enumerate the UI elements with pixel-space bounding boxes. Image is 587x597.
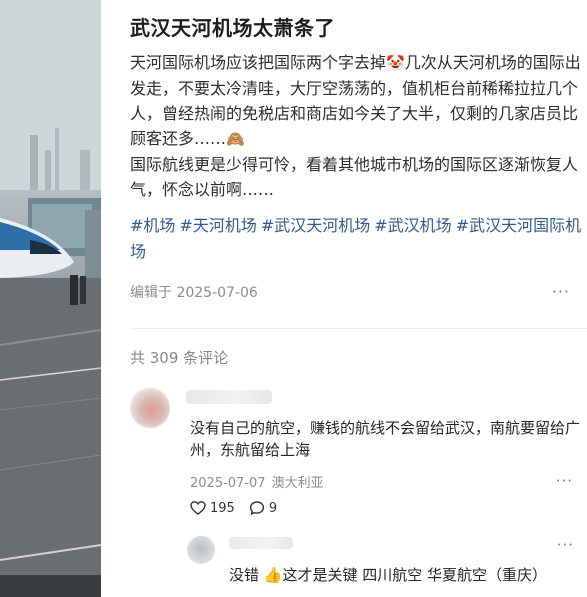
avatar[interactable] bbox=[130, 388, 170, 428]
like-count: 195 bbox=[210, 500, 235, 516]
post-content: 武汉天河机场太萧条了 天河国际机场应该把国际两个字去掉🤡几次从天河机场的国际出发… bbox=[101, 0, 587, 597]
avatar[interactable] bbox=[187, 536, 215, 564]
tag-link[interactable]: #武汉天河机场 bbox=[261, 216, 370, 235]
reply-button[interactable]: 9 bbox=[249, 500, 277, 516]
reply-count: 9 bbox=[268, 500, 278, 516]
edited-date: 编辑于 2025-07-06 bbox=[130, 285, 258, 301]
post-meta: 编辑于 2025-07-06 ··· bbox=[130, 282, 570, 304]
post-body: 天河国际机场应该把国际两个字去掉🤡几次从天河机场的国际出发走，不要太冷清哇，大厅… bbox=[130, 50, 585, 202]
monkey-emoji-icon: 🙈 bbox=[226, 130, 245, 148]
post-title: 武汉天河机场太萧条了 bbox=[130, 16, 335, 40]
heart-icon bbox=[190, 501, 206, 515]
post-tags: #机场 #天河机场 #武汉天河机场 #武汉机场 #武汉天河国际机场 bbox=[130, 213, 585, 265]
comment-more-icon[interactable]: ··· bbox=[556, 472, 573, 490]
speech-bubble-icon bbox=[249, 501, 264, 516]
comment-location: 澳大利亚 bbox=[271, 476, 324, 491]
username-blurred[interactable] bbox=[229, 537, 293, 549]
comment-meta: 2025-07-07 澳大利亚 bbox=[190, 472, 324, 491]
reply-more-icon[interactable]: ··· bbox=[557, 536, 574, 554]
divider bbox=[130, 328, 587, 329]
post-more-icon[interactable]: ··· bbox=[552, 282, 570, 301]
like-button[interactable]: 195 bbox=[190, 500, 235, 516]
post-body-part1: 天河国际机场应该把国际两个字去掉 bbox=[130, 53, 387, 72]
comment-date: 2025-07-07 bbox=[190, 476, 266, 491]
post-photo[interactable] bbox=[0, 0, 101, 597]
comment-actions: 195 9 bbox=[190, 498, 291, 518]
tag-link[interactable]: #武汉机场 bbox=[374, 216, 451, 235]
comment-text: 没有自己的航空，赚钱的航线不会留给武汉，南航要留给广州，东航留给上海 bbox=[190, 419, 581, 459]
tag-link[interactable]: #机场 bbox=[130, 216, 175, 235]
comment-count: 共 309 条评论 bbox=[130, 349, 229, 367]
username-blurred[interactable] bbox=[186, 390, 272, 404]
reply-text: 没错 👍这才是关键 四川航空 华夏航空（重庆） bbox=[229, 566, 547, 584]
post-body-part3: 国际航线更是少得可怜，看着其他城市机场的国际区逐渐恢复人气，怀念以前啊…… bbox=[130, 155, 579, 199]
clown-emoji-icon: 🤡 bbox=[386, 54, 405, 72]
airport-photo bbox=[0, 0, 101, 597]
tag-link[interactable]: #天河机场 bbox=[179, 216, 256, 235]
